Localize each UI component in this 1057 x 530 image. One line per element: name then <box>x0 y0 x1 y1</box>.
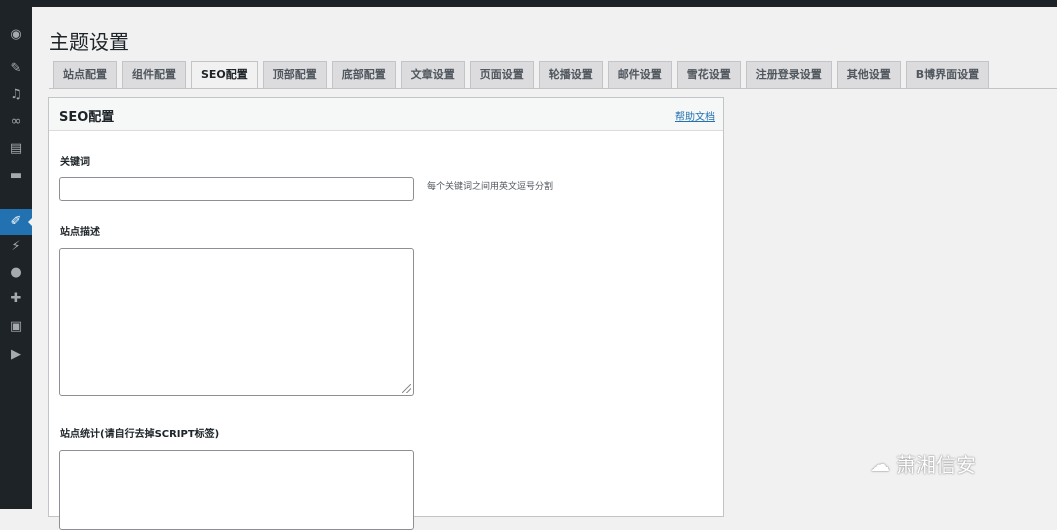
settings-icon[interactable]: ▣ <box>8 319 24 335</box>
description-textarea[interactable] <box>59 248 414 396</box>
tab-blog-ui-settings[interactable]: B博界面设置 <box>905 61 990 88</box>
pages-icon[interactable]: ▤ <box>8 141 24 157</box>
appearance-icon[interactable]: ✐ <box>8 214 24 230</box>
tab-component-config[interactable]: 组件配置 <box>122 61 186 88</box>
admin-bar <box>0 0 1057 7</box>
tools-icon[interactable]: ✚ <box>8 291 24 307</box>
wechat-icon: ☁ <box>870 451 890 476</box>
tab-carousel-settings[interactable]: 轮播设置 <box>538 61 603 88</box>
keywords-hint: 每个关键词之间用英文逗号分割 <box>427 182 554 192</box>
stats-textarea[interactable] <box>59 450 414 530</box>
tab-page-settings[interactable]: 页面设置 <box>469 61 534 88</box>
tab-post-settings[interactable]: 文章设置 <box>400 61 465 88</box>
watermark-text: 萧湘信安 <box>896 453 976 477</box>
tabs-divider <box>49 88 1057 89</box>
plugins-icon[interactable]: ⚡ <box>8 239 24 255</box>
tab-header-config[interactable]: 顶部配置 <box>262 61 327 88</box>
watermark: ☁ 萧湘信安 <box>870 449 976 478</box>
help-docs-link[interactable]: 帮助文档 <box>675 108 715 123</box>
tab-mail-settings[interactable]: 邮件设置 <box>607 61 672 88</box>
admin-sidebar: ◉ ✎ ♫ ∞ ▤ ▬ ✐ ⚡ ● ✚ ▣ ▶ <box>0 7 34 509</box>
stats-label: 站点统计(请自行去掉SCRIPT标签) <box>60 429 220 440</box>
users-icon[interactable]: ● <box>8 265 24 281</box>
tab-footer-config[interactable]: 底部配置 <box>331 61 396 88</box>
page-title: 主题设置 <box>49 30 129 54</box>
keywords-label: 关键词 <box>60 157 90 168</box>
seo-config-panel: SEO配置 帮助文档 关键词 每个关键词之间用英文逗号分割 站点描述 站点统计(… <box>48 97 724 530</box>
description-label: 站点描述 <box>60 227 100 238</box>
tab-other-settings[interactable]: 其他设置 <box>836 61 901 88</box>
dashboard-icon[interactable]: ◉ <box>8 27 24 43</box>
media-icon[interactable]: ♫ <box>8 87 24 103</box>
pin-icon[interactable]: ✎ <box>8 61 24 77</box>
settings-tabs: 站点配置 组件配置 SEO配置 顶部配置 底部配置 文章设置 页面设置 轮播设置… <box>53 61 994 89</box>
play-icon[interactable]: ▶ <box>8 347 24 363</box>
tab-register-login-settings[interactable]: 注册登录设置 <box>745 61 832 88</box>
resize-handle-icon[interactable] <box>402 384 411 393</box>
link-icon[interactable]: ∞ <box>8 114 24 130</box>
active-menu-notch <box>28 216 34 228</box>
panel-header: SEO配置 帮助文档 <box>49 98 723 131</box>
tab-site-config[interactable]: 站点配置 <box>53 61 117 88</box>
tab-seo-config[interactable]: SEO配置 <box>191 61 258 89</box>
tab-snow-settings[interactable]: 雪花设置 <box>676 61 741 88</box>
comments-icon[interactable]: ▬ <box>8 168 24 184</box>
keywords-input[interactable] <box>59 177 414 201</box>
panel-title: SEO配置 <box>59 110 115 125</box>
